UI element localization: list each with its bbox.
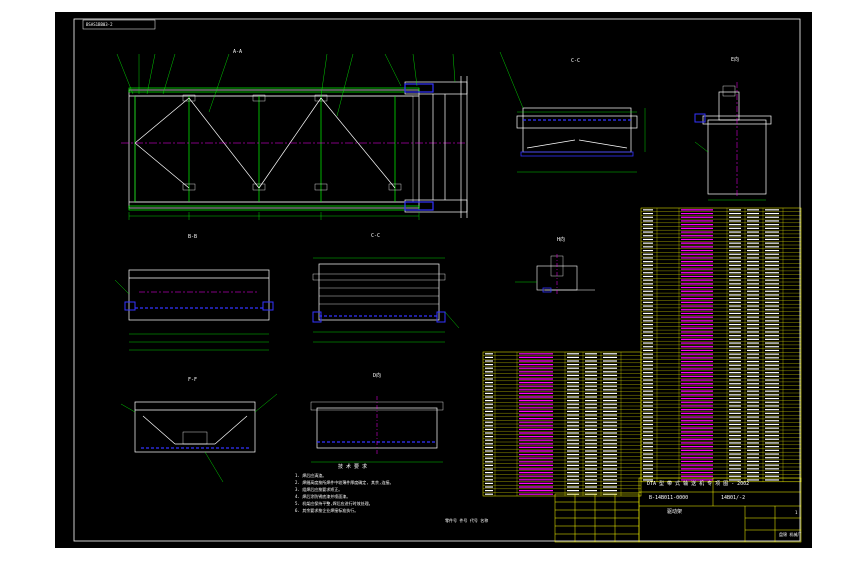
cad-drawing-canvas[interactable] xyxy=(55,12,812,548)
drawing-sheet: BSAS1BB03-2 A-A C-C E向 B-B C-C F-F H向 D向… xyxy=(55,12,812,548)
view-e xyxy=(694,82,772,201)
parts-table-right xyxy=(640,207,802,483)
section-b-b xyxy=(114,269,274,351)
notes-footer: 零件号 件号 代号 名称 xyxy=(445,518,489,523)
note-line-5: 5. 机架应保持平整,焊后应进行时效处理。 xyxy=(295,501,373,506)
section-bb-label: B-B xyxy=(188,234,198,240)
note-line-1: 1. 焊后应清渣。 xyxy=(295,473,327,478)
right-top-view-label: C-C xyxy=(571,58,581,64)
cad-viewport[interactable]: BSAS1BB03-2 A-A C-C E向 B-B C-C F-F H向 D向… xyxy=(0,0,867,562)
note-line-2: 2. 焊缝高度按所焊件中较薄件厚度确定, 其余,连接。 xyxy=(295,480,394,485)
main-view-truss xyxy=(116,53,468,220)
view-d-label: D向 xyxy=(373,373,382,379)
far-right-view-label: E向 xyxy=(731,57,740,63)
notes-title: 技 术 要 求 xyxy=(338,464,368,470)
revision: 1 xyxy=(795,510,798,515)
main-view-label: A-A xyxy=(233,49,243,55)
section-ff-label: F-F xyxy=(188,377,198,383)
section-c-c xyxy=(312,257,460,343)
section-cc-label: C-C xyxy=(371,233,381,239)
sheet-code: 14B01/-2 xyxy=(721,495,746,501)
sheet-tag: BSAS1BB03-2 xyxy=(86,22,113,27)
parts-table-left xyxy=(482,351,642,497)
view-c-c xyxy=(499,51,646,173)
organization: 盘锦 机械厂 xyxy=(779,532,802,537)
view-d xyxy=(310,396,444,463)
drawing-number: B-14B011-0000 xyxy=(649,495,689,501)
view-h xyxy=(515,254,595,296)
section-f-f xyxy=(120,393,278,483)
title-line: DTA 型 带 式 输 送 机 专 项 图 - 2002 xyxy=(647,481,750,487)
note-line-3: 3. 组焊后应按要求矫正。 xyxy=(295,487,343,492)
view-h-label: H向 xyxy=(557,237,566,243)
note-line-4: 4. 焊后涂防锈底漆并喷面漆。 xyxy=(295,494,351,499)
part-name: 驱动架 xyxy=(667,509,683,515)
note-line-6: 6. 其余要求按企业焊接标准执行。 xyxy=(295,508,359,513)
